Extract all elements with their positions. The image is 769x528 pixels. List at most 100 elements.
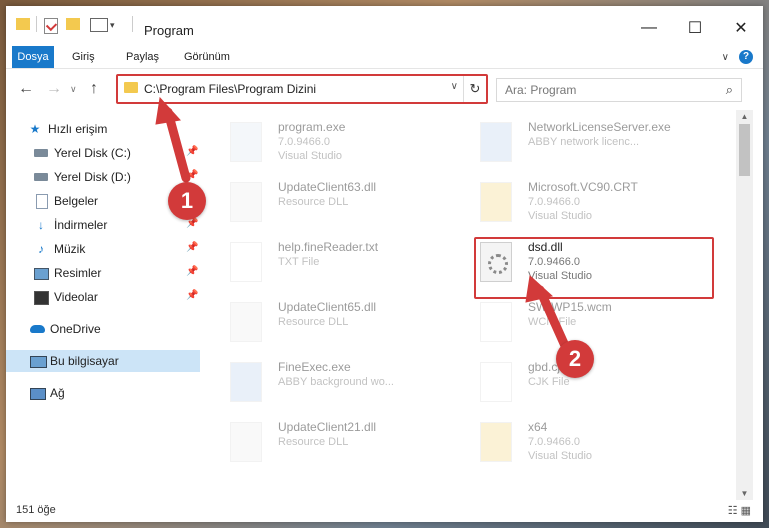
download-icon: ↓ <box>38 218 44 232</box>
exe-file-icon <box>480 122 512 162</box>
sidebar-item-label: Hızlı erişim <box>48 122 108 136</box>
highlight-box <box>474 237 714 299</box>
maximize-button[interactable]: ☐ <box>672 14 718 42</box>
address-bar[interactable]: C:\Program Files\Program Dizini ∨ ↻ <box>116 74 488 104</box>
view-menu-icon[interactable] <box>90 18 108 32</box>
recent-locations-icon[interactable]: ∨ <box>70 84 77 95</box>
view-toggle-icons[interactable]: ☷ ▦ <box>728 504 751 517</box>
help-icon[interactable]: ? <box>739 50 753 64</box>
file-detail: Visual Studio <box>528 450 593 462</box>
divider <box>36 16 37 32</box>
file-item-fineexec[interactable]: FineExec.exe ABBY background wo... <box>206 354 436 410</box>
file-item-updateclient21[interactable]: UpdateClient21.dll Resource DLL <box>206 414 436 470</box>
exe-file-icon <box>230 122 262 162</box>
dll-gear-icon <box>230 182 262 222</box>
sidebar-item-music[interactable]: ♪ Müzik 📌 <box>6 238 200 260</box>
sidebar-item-local-disk-c[interactable]: Yerel Disk (C:) 📌 <box>6 142 200 164</box>
music-icon: ♪ <box>38 242 44 256</box>
search-input[interactable]: Ara: Program <box>505 83 576 97</box>
window-title: Program <box>144 23 194 38</box>
refresh-icon[interactable]: ↻ <box>463 76 486 102</box>
scroll-down-icon[interactable]: ▼ <box>736 489 753 498</box>
tab-home[interactable]: Giriş <box>64 46 103 68</box>
file-detail: 7.0.9466.0 <box>528 196 580 208</box>
sidebar-item-downloads[interactable]: ↓ İndirmeler 📌 <box>6 214 200 236</box>
sidebar-item-label: Resimler <box>54 266 102 280</box>
pin-icon[interactable]: 📌 <box>186 290 198 301</box>
pictures-icon <box>34 266 49 280</box>
tab-file[interactable]: Dosya <box>12 46 54 68</box>
file-name: UpdateClient21.dll <box>278 420 377 434</box>
dll-gear-icon <box>230 422 262 462</box>
minimize-button[interactable]: — <box>626 14 672 42</box>
sidebar-item-label: Müzik <box>54 242 86 256</box>
pin-icon[interactable]: 📌 <box>186 266 198 277</box>
navigation-bar: ← → ∨ ↑ C:\Program Files\Program Dizini … <box>6 70 763 106</box>
sidebar-item-onedrive[interactable]: OneDrive <box>6 318 200 340</box>
documents-icon <box>34 194 48 209</box>
file-detail: TXT File <box>278 256 320 268</box>
sidebar-item-label: Ağ <box>50 386 65 400</box>
sidebar-item-network[interactable]: Ağ <box>6 382 200 404</box>
address-path[interactable]: C:\Program Files\Program Dizini <box>144 82 316 96</box>
sidebar-item-label: Yerel Disk (C:) <box>54 146 131 160</box>
sidebar-item-label: Videolar <box>54 290 98 304</box>
item-count: 151 öğe <box>16 504 56 516</box>
pin-icon[interactable]: 📌 <box>186 170 198 181</box>
divider <box>132 16 133 32</box>
scroll-up-icon[interactable]: ▲ <box>736 112 753 121</box>
expand-ribbon-icon[interactable]: ∨ <box>722 52 729 63</box>
file-item-program-exe[interactable]: program.exe 7.0.9466.0 Visual Studio <box>206 114 436 170</box>
step-2-badge: 2 <box>556 340 594 378</box>
search-icon[interactable]: ⌕ <box>726 82 733 98</box>
sidebar-item-quick-access[interactable]: ★ Hızlı erişim <box>6 118 200 140</box>
file-item-networklicenseserver[interactable]: NetworkLicenseServer.exe ABBY network li… <box>456 114 686 170</box>
title-bar: ▾ Program — ☐ ✕ <box>6 6 763 42</box>
address-dropdown-icon[interactable]: ∨ <box>451 81 458 92</box>
drive-icon <box>34 170 48 184</box>
sidebar-item-label: Yerel Disk (D:) <box>54 170 131 184</box>
sidebar-item-pictures[interactable]: Resimler 📌 <box>6 262 200 284</box>
computer-icon <box>30 354 47 368</box>
ribbon-tabs: Dosya Giriş Paylaş Görünüm ∨ ? <box>6 42 763 69</box>
back-arrow-icon[interactable]: ← <box>18 80 34 98</box>
up-arrow-icon[interactable]: ↑ <box>90 80 98 98</box>
file-name: SW-WP15.wcm <box>528 300 612 314</box>
tab-view[interactable]: Görünüm <box>176 46 238 68</box>
file-detail: WCM File <box>528 316 577 328</box>
file-detail: Resource DLL <box>278 436 349 448</box>
sidebar-item-videos[interactable]: Videolar 📌 <box>6 286 200 308</box>
file-detail: ABBY network licenc... <box>528 136 640 148</box>
sidebar-item-local-disk-d[interactable]: Yerel Disk (D:) 📌 <box>6 166 200 188</box>
generic-file-icon <box>480 302 512 342</box>
file-detail: 7.0.9466.0 <box>528 436 580 448</box>
sidebar-item-label: OneDrive <box>50 322 101 336</box>
file-item-updateclient63[interactable]: UpdateClient63.dll Resource DLL <box>206 174 436 230</box>
generic-file-icon <box>480 362 512 402</box>
search-box[interactable]: Ara: Program ⌕ <box>496 78 742 102</box>
star-icon: ★ <box>29 122 41 136</box>
file-item-x64[interactable]: x64 7.0.9466.0 Visual Studio <box>456 414 686 470</box>
close-button[interactable]: ✕ <box>718 14 763 42</box>
file-item-microsoft-vc90-crt[interactable]: Microsoft.VC90.CRT 7.0.9466.0 Visual Stu… <box>456 174 686 230</box>
file-name: program.exe <box>278 120 346 134</box>
properties-icon[interactable] <box>44 18 58 34</box>
folder-icon <box>480 182 512 222</box>
file-name: UpdateClient63.dll <box>278 180 377 194</box>
file-name: x64 <box>528 420 548 434</box>
sidebar-item-label: İndirmeler <box>54 218 108 232</box>
pin-icon[interactable]: 📌 <box>186 242 198 253</box>
sidebar-item-this-pc[interactable]: Bu bilgisayar <box>6 350 200 372</box>
file-item-help-txt[interactable]: help.fineReader.txt TXT File <box>206 234 436 290</box>
text-file-icon <box>230 242 262 282</box>
folder-icon <box>480 422 512 462</box>
tab-share[interactable]: Paylaş <box>118 46 167 68</box>
qat-dropdown-icon[interactable]: ▾ <box>110 20 115 31</box>
scroll-thumb[interactable] <box>739 124 750 176</box>
file-item-updateclient65[interactable]: UpdateClient65.dll Resource DLL <box>206 294 436 350</box>
forward-arrow-icon[interactable]: → <box>46 80 62 98</box>
pin-icon[interactable]: 📌 <box>186 146 198 157</box>
new-folder-icon[interactable] <box>66 18 80 30</box>
video-icon <box>34 290 49 305</box>
vertical-scrollbar[interactable]: ▲ ▼ <box>736 110 753 500</box>
